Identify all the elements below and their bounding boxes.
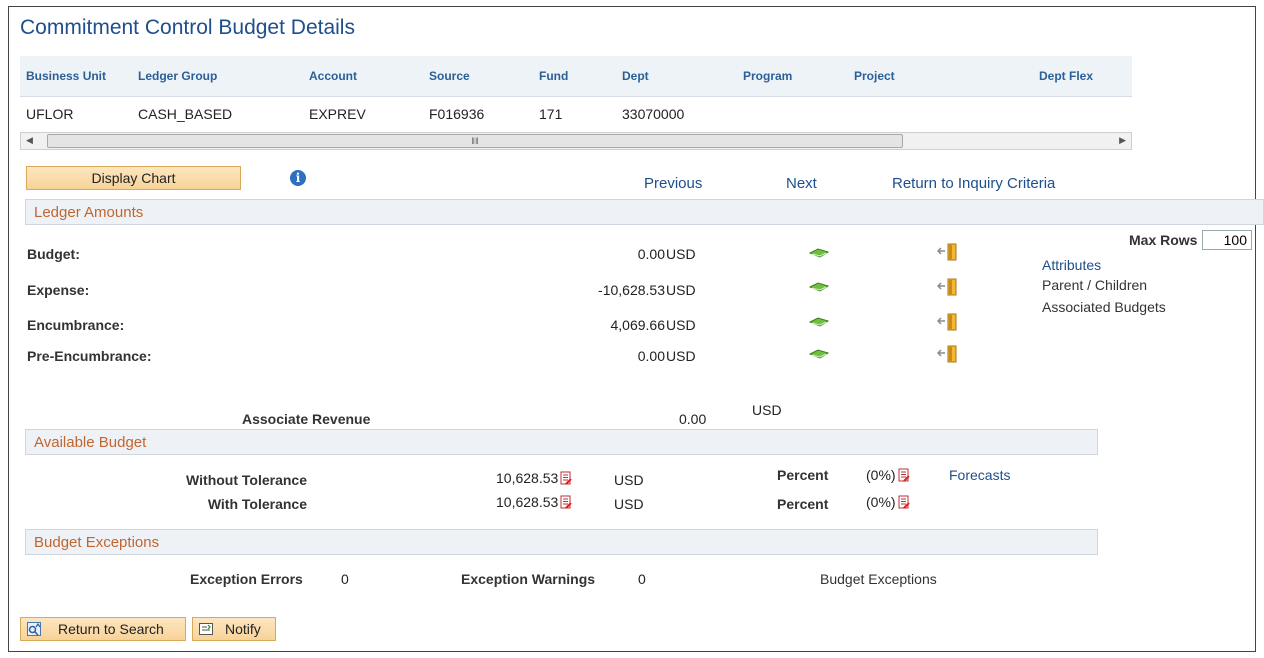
col-business-unit[interactable]: Business Unit — [26, 69, 106, 83]
notify-icon — [199, 623, 213, 635]
return-to-search-button[interactable]: Return to Search — [20, 617, 186, 641]
with-percent-group: (0%) — [866, 494, 910, 510]
with-percent-label: Percent — [777, 496, 829, 512]
encumbrance-book-icon[interactable] — [809, 317, 829, 327]
exception-errors-label: Exception Errors — [190, 571, 303, 587]
attributes-link[interactable]: Attributes — [1042, 257, 1101, 273]
max-rows-input[interactable] — [1202, 230, 1252, 250]
budget-exceptions-header: Budget Exceptions — [25, 529, 1098, 555]
pre-encumbrance-amount: 0.00 — [637, 348, 665, 364]
encumbrance-drilldown-icon[interactable] — [937, 313, 959, 331]
horizontal-scrollbar[interactable]: ◀ ‖‖ ▶ — [20, 132, 1132, 150]
budget-book-icon[interactable] — [809, 248, 829, 258]
budget-drilldown-icon[interactable] — [937, 243, 959, 261]
report-icon[interactable] — [560, 495, 573, 509]
pre-encumbrance-book-icon[interactable] — [809, 349, 829, 359]
budget-amount: 0.00 — [637, 246, 665, 262]
cell-dept: 33070000 — [622, 106, 685, 122]
col-source[interactable]: Source — [429, 69, 470, 83]
report-icon[interactable] — [897, 468, 910, 482]
col-program[interactable]: Program — [743, 69, 792, 83]
page-title: Commitment Control Budget Details — [20, 16, 355, 39]
ledger-amounts-title: Ledger Amounts — [34, 204, 144, 221]
search-return-icon — [27, 622, 41, 636]
available-budget-header: Available Budget — [25, 429, 1098, 455]
associate-revenue-currency: USD — [752, 402, 782, 418]
return-inquiry-link[interactable]: Return to Inquiry Criteria — [892, 175, 1055, 192]
max-rows-label: Max Rows — [1129, 232, 1198, 248]
col-ledger-group[interactable]: Ledger Group — [138, 69, 217, 83]
pre-encumbrance-currency: USD — [666, 348, 696, 364]
exception-warnings-value: 0 — [638, 571, 646, 587]
notify-button[interactable]: Notify — [192, 617, 276, 641]
associate-revenue-amount: 0.00 — [679, 411, 707, 427]
cell-ledger-group: CASH_BASED — [138, 106, 233, 122]
next-link[interactable]: Next — [786, 175, 817, 192]
without-percent-value: (0%) — [866, 467, 896, 483]
table-row: UFLOR CASH_BASED EXPREV F016936 171 3307… — [20, 97, 1132, 131]
without-tolerance-currency: USD — [614, 472, 644, 488]
previous-link[interactable]: Previous — [644, 175, 702, 192]
exception-warnings-label: Exception Warnings — [461, 571, 596, 587]
budget-exceptions-title: Budget Exceptions — [34, 534, 160, 551]
expense-currency: USD — [666, 282, 696, 298]
info-icon[interactable]: i — [290, 170, 306, 186]
col-account[interactable]: Account — [309, 69, 357, 83]
report-icon[interactable] — [897, 495, 910, 509]
return-to-search-label: Return to Search — [58, 621, 164, 637]
grid-header: Business Unit Ledger Group Account Sourc… — [20, 56, 1132, 97]
expense-book-icon[interactable] — [809, 282, 829, 292]
without-percent-label: Percent — [777, 467, 829, 483]
expense-amount: -10,628.53 — [598, 282, 665, 298]
encumbrance-label: Encumbrance: — [27, 317, 125, 333]
budget-exceptions-text: Budget Exceptions — [820, 571, 937, 587]
expense-label: Expense: — [27, 282, 90, 298]
cell-fund: 171 — [539, 106, 563, 122]
expense-drilldown-icon[interactable] — [937, 278, 959, 296]
with-percent-value: (0%) — [866, 494, 896, 510]
pre-encumbrance-drilldown-icon[interactable] — [937, 345, 959, 363]
scroll-right-icon[interactable]: ▶ — [1119, 135, 1126, 146]
associate-revenue-label: Associate Revenue — [242, 411, 371, 427]
display-chart-button[interactable]: Display Chart — [26, 166, 241, 190]
col-dept-flex[interactable]: Dept Flex — [1039, 69, 1093, 83]
cell-account: EXPREV — [309, 106, 366, 122]
ledger-amounts-header: Ledger Amounts — [25, 199, 1264, 225]
budget-currency: USD — [666, 246, 696, 262]
parent-children-text: Parent / Children — [1042, 277, 1148, 293]
with-tolerance-label: With Tolerance — [207, 496, 307, 512]
notify-label: Notify — [225, 621, 261, 637]
encumbrance-amount: 4,069.66 — [610, 317, 666, 333]
with-tolerance-amount-group: 10,628.53 — [496, 494, 573, 510]
with-tolerance-currency: USD — [614, 496, 644, 512]
scrollbar-thumb[interactable]: ‖‖ — [47, 134, 903, 148]
cell-source: F016936 — [429, 106, 485, 122]
available-budget-title: Available Budget — [34, 434, 147, 451]
without-tolerance-amount-group: 10,628.53 — [496, 470, 573, 486]
without-tolerance-label: Without Tolerance — [186, 472, 307, 488]
col-dept[interactable]: Dept — [622, 69, 649, 83]
associated-budgets-text: Associated Budgets — [1042, 299, 1166, 315]
without-tolerance-amount: 10,628.53 — [496, 470, 559, 486]
cell-business-unit: UFLOR — [26, 106, 74, 122]
pre-encumbrance-label: Pre-Encumbrance: — [27, 348, 152, 364]
report-icon[interactable] — [560, 471, 573, 485]
col-fund[interactable]: Fund — [539, 69, 568, 83]
budget-label: Budget: — [27, 246, 80, 262]
exception-errors-value: 0 — [341, 571, 349, 587]
with-tolerance-amount: 10,628.53 — [496, 494, 559, 510]
without-percent-group: (0%) — [866, 467, 910, 483]
encumbrance-currency: USD — [666, 317, 696, 333]
forecasts-link[interactable]: Forecasts — [949, 467, 1010, 483]
scroll-left-icon[interactable]: ◀ — [26, 135, 33, 146]
nav-bar: Previous Next Return to Inquiry Criteria — [630, 167, 1076, 200]
col-project[interactable]: Project — [854, 69, 895, 83]
